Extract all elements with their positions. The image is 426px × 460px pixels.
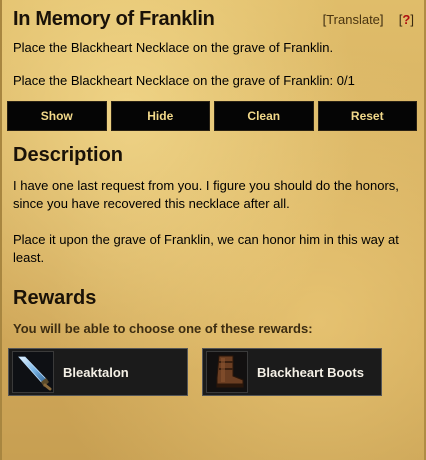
reset-button[interactable]: Reset xyxy=(317,101,417,131)
bracket: ] xyxy=(379,11,384,27)
reward-name: Bleaktalon xyxy=(63,364,129,380)
clean-button[interactable]: Clean xyxy=(214,101,314,131)
quest-objective: Place the Blackheart Necklace on the gra… xyxy=(13,40,334,55)
title-row: In Memory of Franklin [Translate] [?] xyxy=(13,6,414,32)
title-links: [Translate] [?] xyxy=(323,12,414,27)
show-button[interactable]: Show xyxy=(7,101,107,131)
quest-title: In Memory of Franklin xyxy=(13,7,215,30)
action-buttons: Show Hide Clean Reset xyxy=(7,101,417,131)
dagger-icon xyxy=(12,351,54,393)
rewards-heading: Rewards xyxy=(13,287,97,309)
bracket: ] xyxy=(410,11,414,27)
translate-link[interactable]: Translate xyxy=(326,12,380,27)
reward-item-bleaktalon[interactable]: Bleaktalon xyxy=(8,348,188,396)
reward-name: Blackheart Boots xyxy=(257,364,364,380)
description-paragraph-2: Place it upon the grave of Franklin, we … xyxy=(13,232,399,265)
rewards-subtitle: You will be able to choose one of these … xyxy=(13,321,313,336)
hide-button[interactable]: Hide xyxy=(110,101,210,131)
description-heading: Description xyxy=(13,144,124,166)
description-paragraph-1: I have one last request from you. I figu… xyxy=(13,178,399,211)
reward-item-blackheart-boots[interactable]: Blackheart Boots xyxy=(202,348,382,396)
boots-icon xyxy=(206,351,248,393)
quest-panel: In Memory of Franklin [Translate] [?] Pl… xyxy=(0,0,426,460)
quest-progress: Place the Blackheart Necklace on the gra… xyxy=(13,73,355,88)
